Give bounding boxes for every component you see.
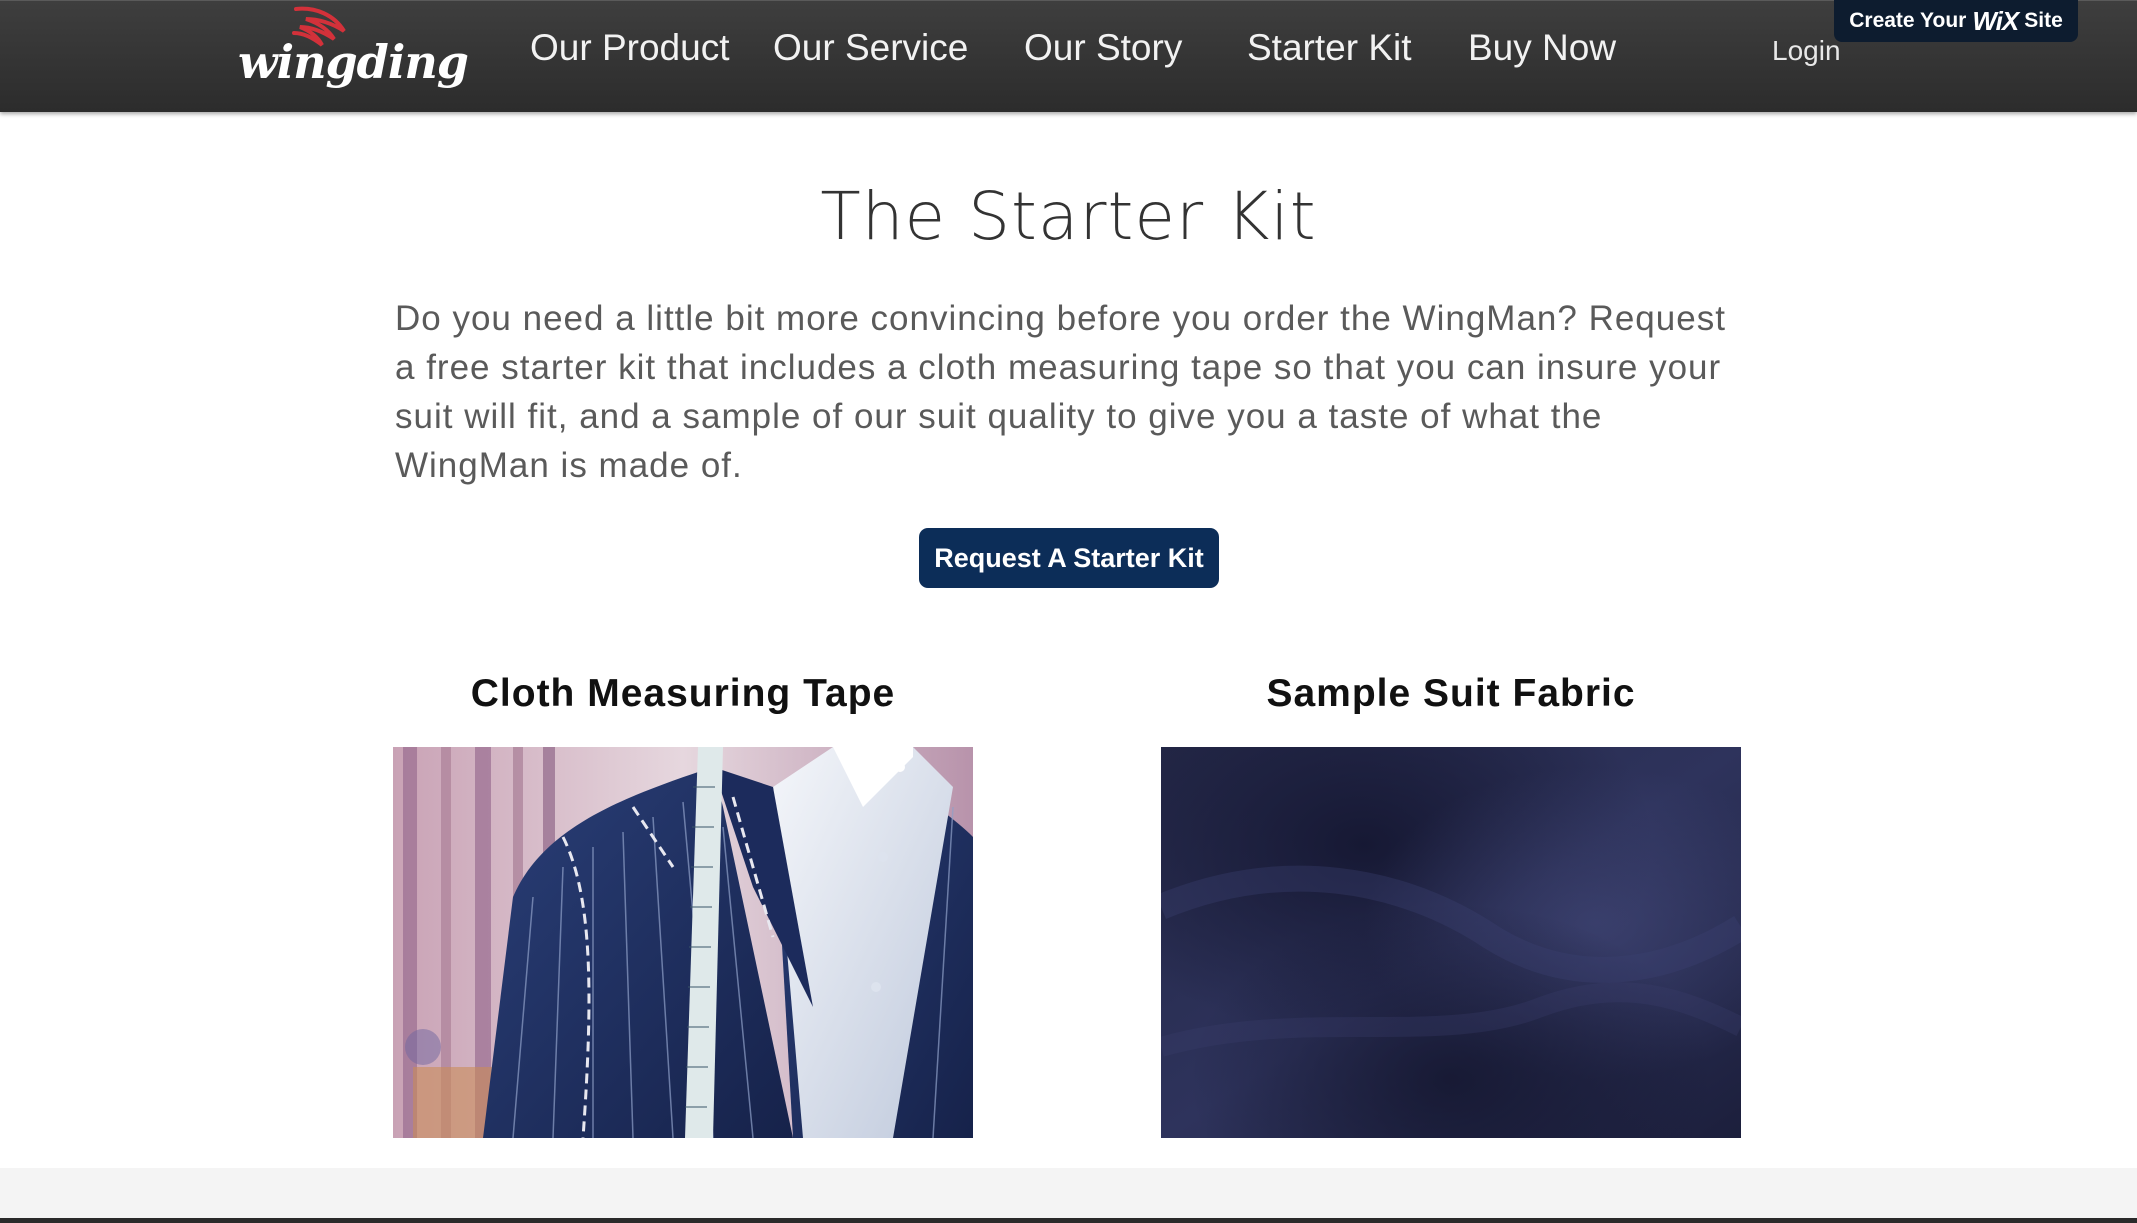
nav-our-service[interactable]: Our Service xyxy=(773,27,968,69)
request-starter-kit-button[interactable]: Request A Starter Kit xyxy=(919,528,1219,588)
footer-band xyxy=(0,1168,2137,1223)
nav-buy-now[interactable]: Buy Now xyxy=(1468,27,1616,69)
suit-fabric-image xyxy=(1161,747,1741,1138)
wix-banner-suffix: Site xyxy=(2024,9,2063,32)
wix-logo: WiX xyxy=(1972,5,2019,36)
page-title: The Starter Kit xyxy=(820,178,1317,255)
create-wix-site-banner[interactable]: Create Your WiX Site xyxy=(1834,0,2078,42)
nav-starter-kit[interactable]: Starter Kit xyxy=(1247,27,1412,69)
card-title-suit-fabric: Sample Suit Fabric xyxy=(1266,672,1636,715)
card-title-measuring-tape: Cloth Measuring Tape xyxy=(470,672,896,715)
wix-banner-prefix: Create Your xyxy=(1849,9,1967,32)
footer-divider xyxy=(0,1218,2137,1223)
main-nav: Our Product Our Service Our Story Starte… xyxy=(0,1,1700,101)
login-link[interactable]: Login xyxy=(1772,35,1841,67)
site-header: wingding Our Product Our Service Our Sto… xyxy=(0,0,2137,112)
intro-paragraph: Do you need a little bit more convincing… xyxy=(395,299,1726,485)
measuring-tape-image xyxy=(393,747,973,1138)
nav-our-product[interactable]: Our Product xyxy=(530,27,729,69)
nav-our-story[interactable]: Our Story xyxy=(1024,27,1182,69)
